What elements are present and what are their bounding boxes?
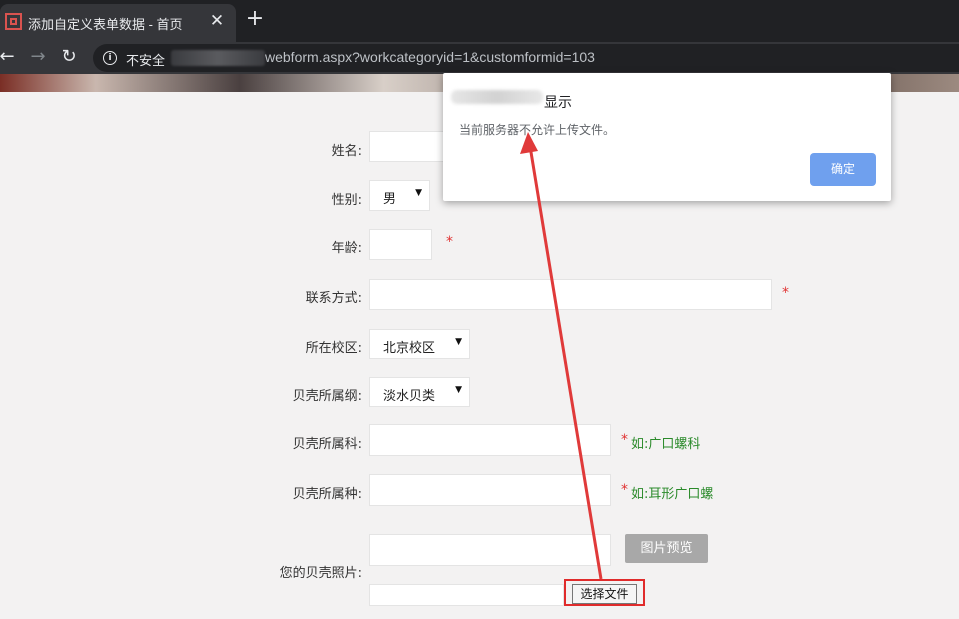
image-preview-button[interactable]: 图片预览 xyxy=(625,534,708,563)
species-label: 贝壳所属种: xyxy=(292,487,362,502)
campus-value: 北京校区 xyxy=(383,341,436,356)
photo-path-input[interactable] xyxy=(369,534,611,566)
required-mark: * xyxy=(446,234,453,250)
url-text: webform.aspx?workcategoryid=1&customform… xyxy=(265,49,595,65)
browser-tabbar: 添加自定义表单数据 - 首页 ✕ + xyxy=(0,0,959,42)
tab-title: 添加自定义表单数据 - 首页 xyxy=(28,17,183,32)
gender-select[interactable]: 男 ▼ xyxy=(369,180,430,211)
class-value: 淡水贝类 xyxy=(383,389,436,404)
dialog-title: 显示 xyxy=(544,95,572,111)
age-label: 年龄: xyxy=(331,241,362,256)
annotation-highlight-box xyxy=(564,579,645,606)
alert-dialog: 显示 当前服务器不允许上传文件。 确定 xyxy=(443,73,891,201)
contact-input[interactable] xyxy=(369,279,772,310)
name-label: 姓名: xyxy=(331,144,362,159)
address-bar[interactable]: i 不安全 webform.aspx?workcategoryid=1&cust… xyxy=(93,44,959,72)
family-hint: 如:广口螺科 xyxy=(631,437,701,452)
required-mark: * xyxy=(621,482,628,498)
insecure-label: 不安全 xyxy=(126,54,166,69)
redacted-host xyxy=(171,50,265,66)
tab-close-icon[interactable]: ✕ xyxy=(207,11,227,31)
browser-tab[interactable]: 添加自定义表单数据 - 首页 ✕ xyxy=(0,4,236,42)
new-tab-icon[interactable]: + xyxy=(244,8,266,30)
species-hint: 如:耳形广口螺 xyxy=(631,487,714,502)
required-mark: * xyxy=(621,432,628,448)
gender-value: 男 xyxy=(383,192,397,207)
back-arrow-icon[interactable]: ← xyxy=(0,46,18,68)
chevron-down-icon: ▼ xyxy=(455,337,462,347)
contact-label: 联系方式: xyxy=(305,291,362,306)
chevron-down-icon: ▼ xyxy=(415,188,422,198)
age-input[interactable] xyxy=(369,229,432,260)
chevron-down-icon: ▼ xyxy=(455,385,462,395)
required-mark: * xyxy=(782,285,789,301)
campus-label: 所在校区: xyxy=(305,341,362,356)
reload-icon[interactable]: ↻ xyxy=(58,46,80,68)
photo-label: 您的贝壳照片: xyxy=(279,566,362,581)
species-input[interactable] xyxy=(369,474,611,506)
redacted-host xyxy=(451,90,543,104)
file-name-field xyxy=(369,584,564,606)
browser-toolbar: ← → ↻ i 不安全 webform.aspx?workcategoryid=… xyxy=(0,42,959,74)
forward-arrow-icon[interactable]: → xyxy=(27,46,49,68)
family-label: 贝壳所属科: xyxy=(292,437,362,452)
name-input[interactable] xyxy=(369,131,449,162)
class-label: 贝壳所属纲: xyxy=(292,389,362,404)
dialog-message: 当前服务器不允许上传文件。 xyxy=(459,123,616,137)
site-favicon-icon xyxy=(5,13,22,30)
family-input[interactable] xyxy=(369,424,611,456)
dialog-ok-button[interactable]: 确定 xyxy=(810,153,876,186)
campus-select[interactable]: 北京校区 ▼ xyxy=(369,329,470,359)
info-icon[interactable]: i xyxy=(103,51,117,65)
class-select[interactable]: 淡水贝类 ▼ xyxy=(369,377,470,407)
gender-label: 性别: xyxy=(331,193,362,208)
